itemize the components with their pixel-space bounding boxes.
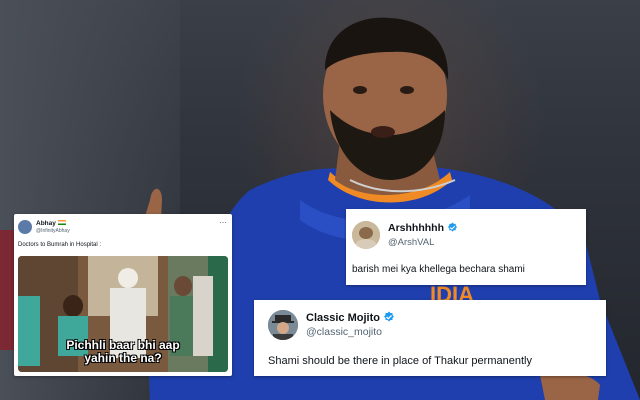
verified-badge-icon xyxy=(447,222,458,232)
avatar[interactable] xyxy=(352,221,380,249)
tweet-card-classic-mojito: Classic Mojito @classic_mojito Shami sho… xyxy=(254,300,606,376)
verified-badge-icon xyxy=(383,311,394,322)
meme-image[interactable]: Pichhli baar bhi aap yahin the na? xyxy=(18,256,228,372)
tweet-author-name[interactable]: Abhay xyxy=(36,220,66,227)
tweet-text: Shami should be there in place of Thakur… xyxy=(268,355,532,367)
tweet-text: barish mei kya khellega bechara shami xyxy=(352,264,525,275)
meme-caption: Pichhli baar bhi aap yahin the na? xyxy=(66,338,180,365)
tweet-card-arsh: Arshhhhhh @ArshVAL barish mei kya khelle… xyxy=(346,209,586,285)
tweet-text: Doctors to Bumrah in Hospital : xyxy=(18,242,102,248)
avatar[interactable] xyxy=(18,220,32,234)
india-flag-icon xyxy=(57,220,66,225)
tweet-card-abhay: Abhay @InfinityAbhay ⋯ Doctors to Bumrah… xyxy=(14,214,232,376)
tweet-handle[interactable]: @ArshVAL xyxy=(388,237,434,248)
tweet-author-name[interactable]: Arshhhhhh xyxy=(388,222,458,234)
tweet-handle[interactable]: @classic_mojito xyxy=(306,326,382,338)
more-icon[interactable]: ⋯ xyxy=(219,218,227,227)
tweet-author-name[interactable]: Classic Mojito xyxy=(306,311,395,324)
tweet-handle[interactable]: @InfinityAbhay xyxy=(36,228,70,234)
avatar[interactable] xyxy=(268,310,298,340)
